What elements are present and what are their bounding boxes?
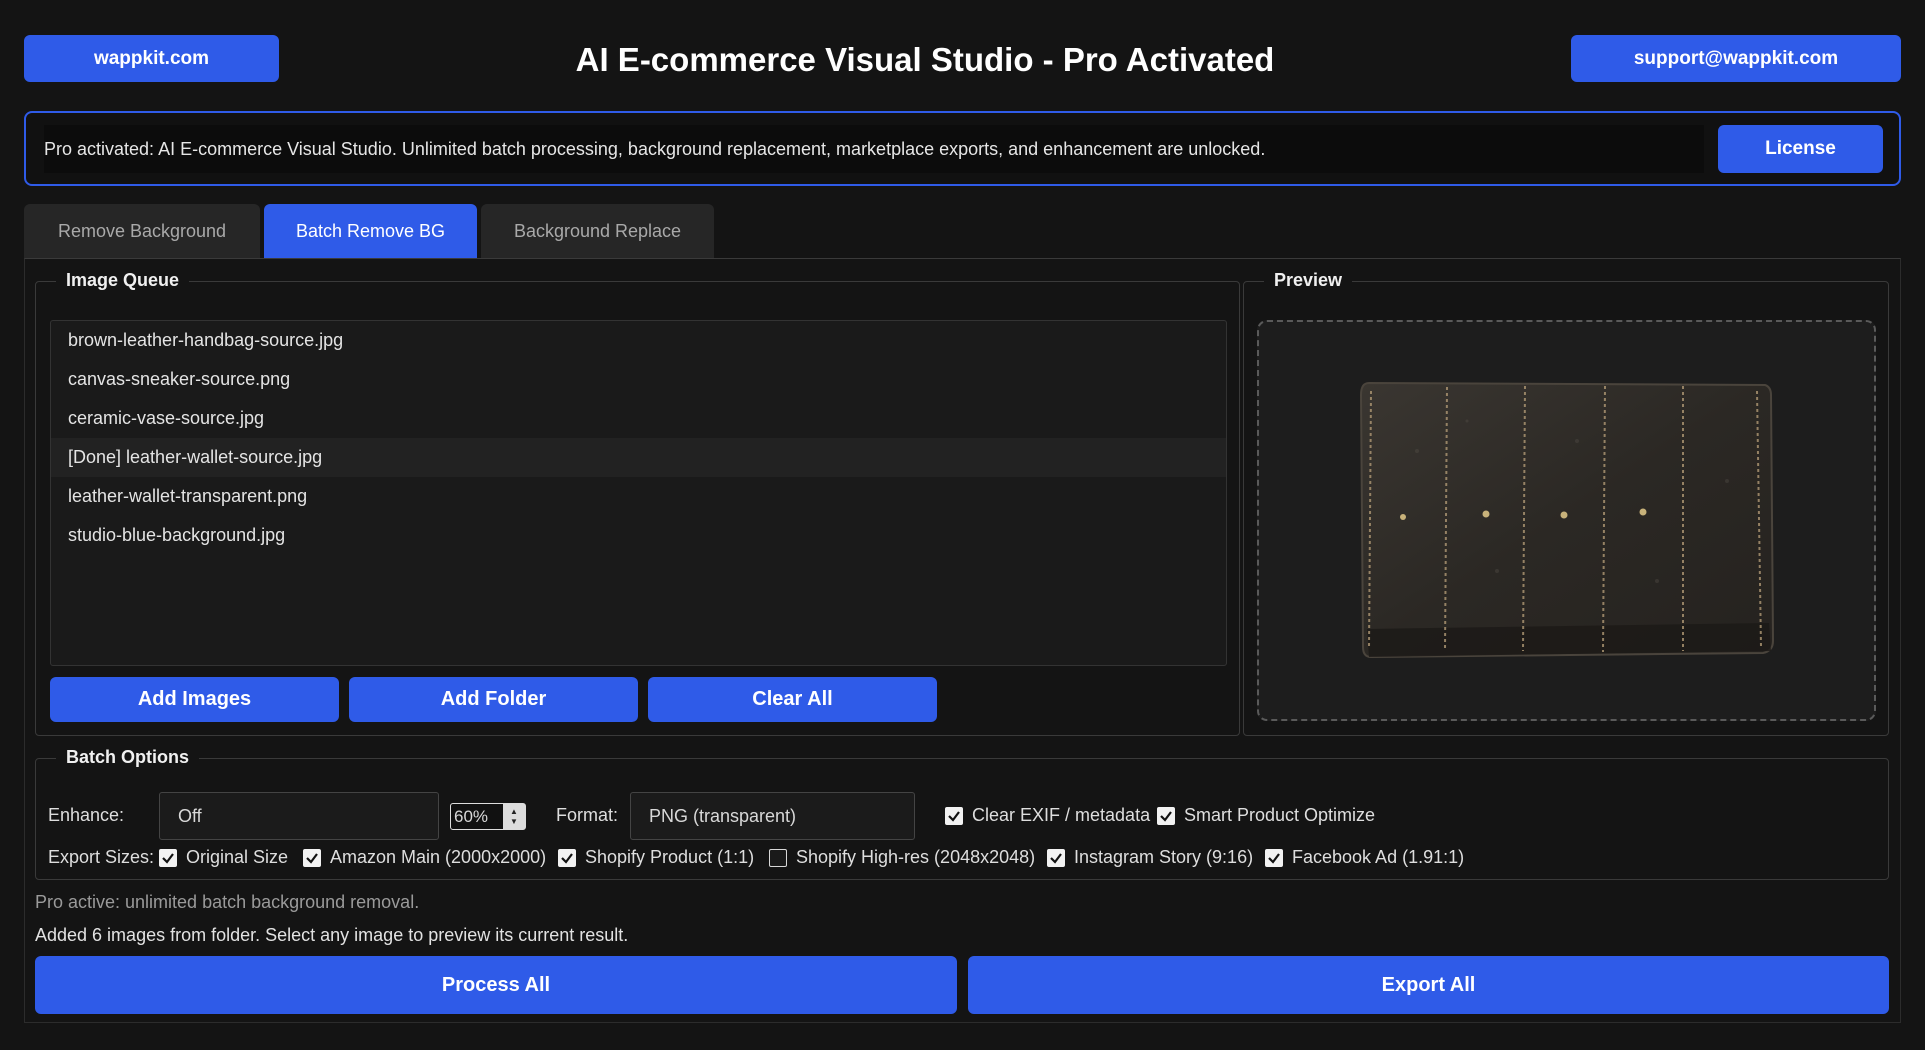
checkbox-checked-icon[interactable]	[558, 848, 576, 867]
batch-options-group: Batch Options Enhance: Off 60% ▲ ▼ Format…	[35, 747, 1889, 880]
export-size-label: Facebook Ad (1.91:1)	[1292, 847, 1465, 867]
export-size-label: Original Size	[186, 847, 289, 867]
spin-arrows-icon[interactable]: ▲ ▼	[503, 804, 525, 829]
clear-all-button[interactable]: Clear All	[648, 677, 937, 722]
smart-optimize-label: Smart Product Optimize	[1184, 805, 1376, 825]
export-size-amazon-checkbox[interactable]: Amazon Main (2000x2000)	[303, 847, 546, 868]
queue-item-selected[interactable]: [Done] leather-wallet-source.jpg	[51, 438, 1226, 477]
checkbox-checked-icon[interactable]	[1265, 848, 1283, 867]
checkbox-checked-icon[interactable]	[1157, 806, 1175, 825]
format-select[interactable]: PNG (transparent)	[630, 792, 915, 840]
checkbox-checked-icon[interactable]	[1047, 848, 1065, 867]
image-queue-title: Image Queue	[56, 270, 190, 291]
pro-status-message: Pro activated: AI E-commerce Visual Stud…	[44, 125, 1704, 173]
preview-title: Preview	[1264, 270, 1353, 291]
add-folder-button[interactable]: Add Folder	[349, 677, 638, 722]
pro-status-text: Pro active: unlimited batch background r…	[35, 892, 420, 912]
license-button[interactable]: License	[1718, 125, 1883, 173]
checkbox-checked-icon[interactable]	[303, 848, 321, 867]
queue-status-text: Added 6 images from folder. Select any i…	[35, 925, 629, 945]
format-label: Format:	[556, 805, 619, 825]
clear-exif-label: Clear EXIF / metadata	[972, 805, 1151, 825]
tab-batch-remove-bg[interactable]: Batch Remove BG	[264, 204, 477, 258]
preview-drop-area[interactable]	[1257, 320, 1876, 721]
pro-status-banner: Pro activated: AI E-commerce Visual Stud…	[24, 111, 1901, 186]
process-all-button[interactable]: Process All	[35, 956, 957, 1014]
image-queue-list[interactable]: brown-leather-handbag-source.jpg canvas-…	[50, 320, 1227, 666]
export-size-shopify-highres-checkbox[interactable]: Shopify High-res (2048x2048)	[769, 847, 1035, 868]
export-size-original-checkbox[interactable]: Original Size	[159, 847, 288, 868]
export-size-instagram-checkbox[interactable]: Instagram Story (9:16)	[1047, 847, 1253, 868]
queue-item[interactable]: leather-wallet-transparent.png	[51, 477, 1226, 516]
tab-remove-background[interactable]: Remove Background	[24, 204, 260, 258]
website-link-button[interactable]: wappkit.com	[24, 35, 279, 82]
export-sizes-label: Export Sizes:	[48, 847, 155, 867]
preview-group: Preview	[1243, 270, 1889, 736]
export-size-label: Amazon Main (2000x2000)	[330, 847, 547, 867]
queue-item[interactable]: brown-leather-handbag-source.jpg	[51, 321, 1226, 360]
batch-options-title: Batch Options	[56, 747, 200, 768]
export-size-facebook-checkbox[interactable]: Facebook Ad (1.91:1)	[1265, 847, 1464, 868]
smart-optimize-checkbox[interactable]: Smart Product Optimize	[1157, 805, 1375, 826]
checkbox-checked-icon[interactable]	[945, 806, 963, 825]
enhance-strength-value: 60%	[454, 806, 489, 826]
queue-item[interactable]: canvas-sneaker-source.png	[51, 360, 1226, 399]
export-size-label: Instagram Story (9:16)	[1074, 847, 1254, 867]
queue-item[interactable]: studio-blue-background.jpg	[51, 516, 1226, 555]
add-images-button[interactable]: Add Images	[50, 677, 339, 722]
image-queue-group: Image Queue brown-leather-handbag-source…	[35, 270, 1240, 736]
tab-background-replace[interactable]: Background Replace	[481, 204, 714, 258]
wallet-preview-image	[1359, 381, 1774, 658]
enhance-strength-spinbox[interactable]: 60% ▲ ▼	[450, 803, 526, 830]
checkbox-unchecked-icon[interactable]	[769, 848, 787, 867]
enhance-select[interactable]: Off	[159, 792, 439, 840]
queue-item[interactable]: ceramic-vase-source.jpg	[51, 399, 1226, 438]
export-size-label: Shopify Product (1:1)	[585, 847, 755, 867]
support-email-button[interactable]: support@wappkit.com	[1571, 35, 1901, 82]
clear-exif-checkbox[interactable]: Clear EXIF / metadata	[945, 805, 1150, 826]
app-title: AI E-commerce Visual Studio - Pro Activa…	[575, 41, 1275, 78]
export-size-shopify-checkbox[interactable]: Shopify Product (1:1)	[558, 847, 754, 868]
enhance-label: Enhance:	[48, 805, 125, 825]
checkbox-checked-icon[interactable]	[159, 848, 177, 867]
export-all-button[interactable]: Export All	[968, 956, 1889, 1014]
export-size-label: Shopify High-res (2048x2048)	[796, 847, 1036, 867]
